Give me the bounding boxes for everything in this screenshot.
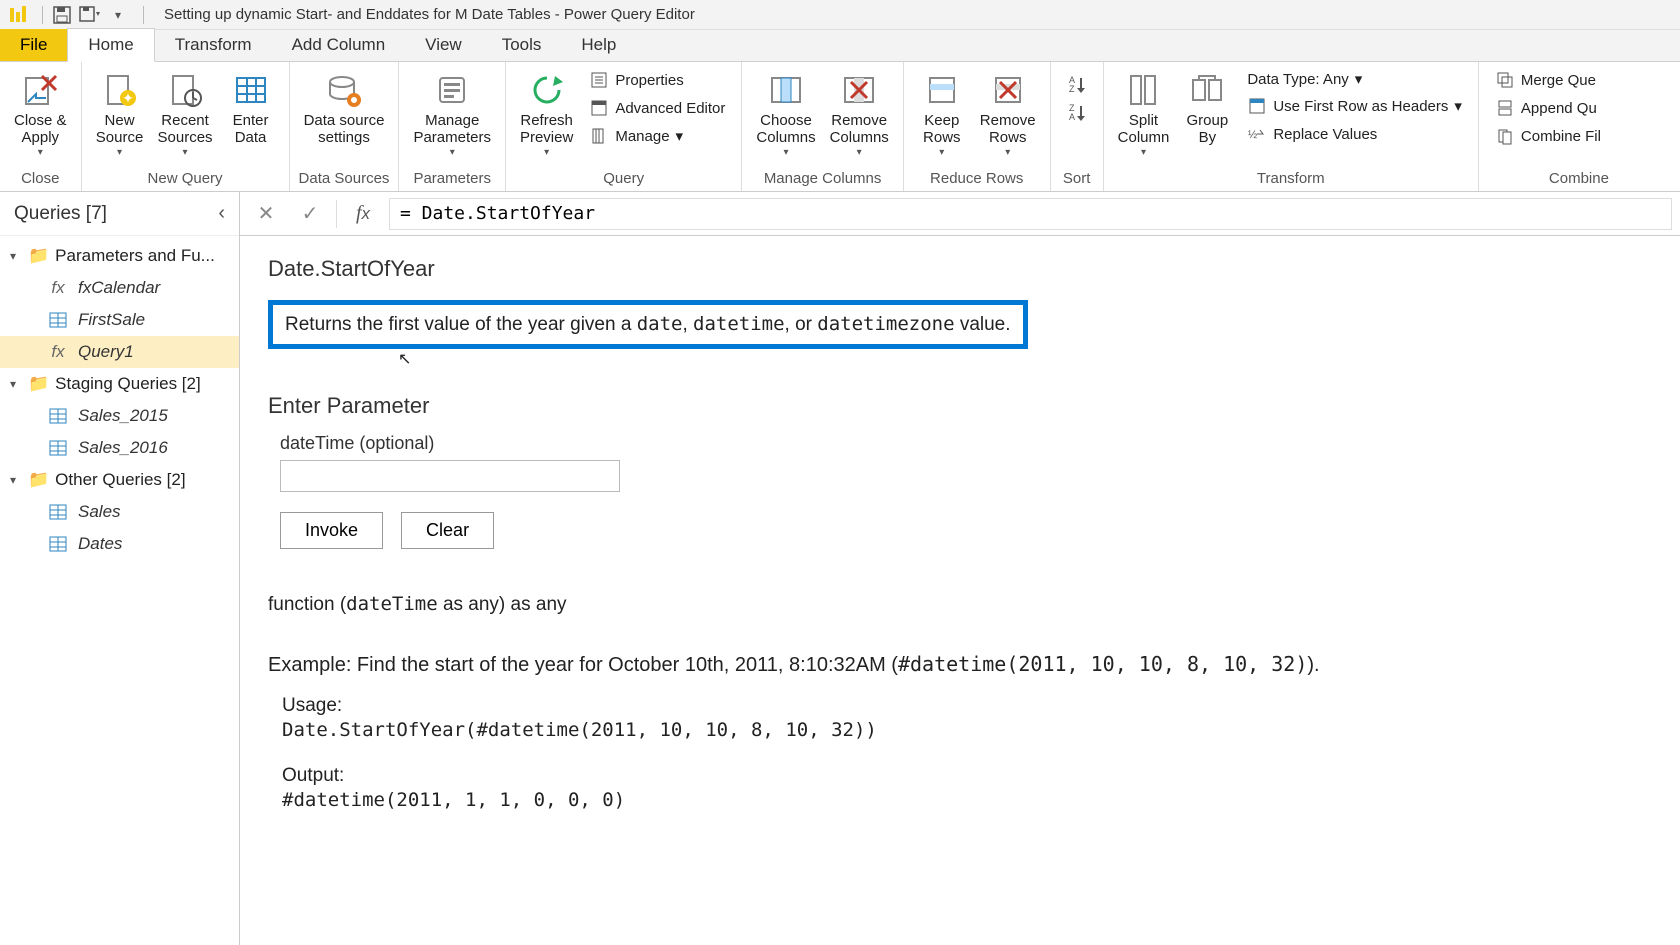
query-item-query1[interactable]: fx Query1	[0, 336, 239, 368]
fx-icon[interactable]: fx	[345, 196, 381, 232]
fx-icon: fx	[48, 343, 68, 361]
append-queries-button[interactable]: Append Qu	[1491, 96, 1605, 120]
query-item-firstsale[interactable]: FirstSale	[0, 304, 239, 336]
transform-group-label: Transform	[1112, 168, 1470, 189]
remove-rows-button[interactable]: Remove Rows▾	[974, 66, 1042, 162]
group-by-button[interactable]: Group By	[1177, 66, 1237, 151]
svg-text:Z: Z	[1069, 84, 1075, 94]
tab-home[interactable]: Home	[67, 28, 154, 62]
output-label: Output:	[282, 765, 1652, 787]
sort-desc-button[interactable]: ZA	[1063, 100, 1091, 124]
query-item-sales[interactable]: Sales	[0, 496, 239, 528]
queries-header: Queries [7]	[14, 203, 107, 225]
ribbon: Close & Apply ▾ Close ✦ New Source▾ Rece…	[0, 62, 1680, 192]
query-item-fxcalendar[interactable]: fx fxCalendar	[0, 272, 239, 304]
combine-group-label: Combine	[1487, 168, 1609, 189]
new-source-button[interactable]: ✦ New Source▾	[90, 66, 150, 162]
tab-add-column[interactable]: Add Column	[272, 29, 406, 61]
manage-button[interactable]: Manage ▾	[585, 124, 729, 148]
enter-parameter-heading: Enter Parameter	[268, 393, 1652, 419]
refresh-preview-button[interactable]: Refresh Preview▾	[514, 66, 579, 162]
example-heading: Example: Find the start of the year for …	[268, 652, 1652, 677]
enter-data-button[interactable]: Enter Data	[221, 66, 281, 151]
choose-columns-button[interactable]: Choose Columns▾	[750, 66, 821, 162]
advanced-editor-button[interactable]: Advanced Editor	[585, 96, 729, 120]
fx-icon: fx	[48, 279, 68, 297]
folder-icon: 📁	[28, 246, 49, 266]
query-item-dates[interactable]: Dates	[0, 528, 239, 560]
invoke-button[interactable]: Invoke	[280, 512, 383, 549]
table-icon	[48, 407, 68, 425]
usage-code: Date.StartOfYear(#datetime(2011, 10, 10,…	[282, 719, 1652, 741]
main-area: ✕ ✓ fx Date.StartOfYear Returns the firs…	[240, 192, 1680, 945]
query-group-label: Query	[514, 168, 733, 189]
data-type-button[interactable]: Data Type: Any ▾	[1243, 68, 1466, 90]
queries-panel: Queries [7] ‹ ▾ 📁 Parameters and Fu... f…	[0, 192, 240, 945]
ribbon-tabs: File Home Transform Add Column View Tool…	[0, 30, 1680, 62]
combine-files-button[interactable]: Combine Fil	[1491, 124, 1605, 148]
data-source-settings-button[interactable]: Data source settings	[298, 66, 391, 151]
replace-values-button[interactable]: ½Replace Values	[1243, 122, 1466, 146]
clear-button[interactable]: Clear	[401, 512, 494, 549]
close-group-label: Close	[8, 168, 73, 189]
tab-view[interactable]: View	[405, 29, 482, 61]
query-group-staging[interactable]: ▾ 📁 Staging Queries [2]	[0, 368, 239, 400]
reduce-rows-group-label: Reduce Rows	[912, 168, 1042, 189]
param-label: dateTime (optional)	[280, 433, 1652, 454]
parameters-group-label: Parameters	[407, 168, 497, 189]
datetime-input[interactable]	[280, 460, 620, 492]
query-group-other[interactable]: ▾ 📁 Other Queries [2]	[0, 464, 239, 496]
properties-button[interactable]: Properties	[585, 68, 729, 92]
cursor-icon: ↖	[398, 349, 1652, 369]
query-item-sales2016[interactable]: Sales_2016	[0, 432, 239, 464]
expand-icon[interactable]: ▾	[10, 473, 22, 487]
table-icon	[48, 311, 68, 329]
sort-asc-button[interactable]: AZ	[1063, 72, 1091, 96]
formula-input[interactable]	[389, 198, 1672, 230]
expand-icon[interactable]: ▾	[10, 377, 22, 391]
tab-transform[interactable]: Transform	[155, 29, 272, 61]
table-icon	[48, 439, 68, 457]
new-query-group-label: New Query	[90, 168, 281, 189]
table-icon	[48, 503, 68, 521]
cancel-formula-icon[interactable]: ✕	[248, 196, 284, 232]
split-column-button[interactable]: Split Column▾	[1112, 66, 1176, 162]
save-dropdown-icon[interactable]	[79, 4, 101, 26]
tab-tools[interactable]: Tools	[482, 29, 562, 61]
remove-columns-button[interactable]: Remove Columns▾	[824, 66, 895, 162]
manage-columns-group-label: Manage Columns	[750, 168, 894, 189]
expand-icon[interactable]: ▾	[10, 249, 22, 263]
folder-icon: 📁	[28, 470, 49, 490]
svg-text:A: A	[1069, 112, 1075, 122]
query-group-parameters[interactable]: ▾ 📁 Parameters and Fu...	[0, 240, 239, 272]
save-icon[interactable]	[51, 4, 73, 26]
formula-bar: ✕ ✓ fx	[240, 192, 1680, 236]
app-icon	[6, 4, 28, 26]
recent-sources-button[interactable]: Recent Sources▾	[152, 66, 219, 162]
window-title: Setting up dynamic Start- and Enddates f…	[164, 6, 695, 23]
sort-group-label: Sort	[1059, 168, 1095, 189]
query-item-sales2015[interactable]: Sales_2015	[0, 400, 239, 432]
commit-formula-icon[interactable]: ✓	[292, 196, 328, 232]
tab-help[interactable]: Help	[561, 29, 636, 61]
use-first-row-button[interactable]: Use First Row as Headers ▾	[1243, 94, 1466, 118]
function-description: Returns the first value of the year give…	[268, 300, 1028, 349]
folder-icon: 📁	[28, 374, 49, 394]
title-bar: ▾ Setting up dynamic Start- and Enddates…	[0, 0, 1680, 30]
keep-rows-button[interactable]: Keep Rows▾	[912, 66, 972, 162]
qat-customize-icon[interactable]: ▾	[107, 4, 129, 26]
function-name: Date.StartOfYear	[268, 256, 1652, 282]
data-sources-group-label: Data Sources	[298, 168, 391, 189]
usage-label: Usage:	[282, 695, 1652, 717]
function-signature: function (dateTime as any) as any	[268, 593, 1652, 616]
svg-text:✦: ✦	[122, 90, 134, 106]
close-apply-button[interactable]: Close & Apply ▾	[8, 66, 73, 162]
output-code: #datetime(2011, 1, 1, 0, 0, 0)	[282, 789, 1652, 811]
manage-parameters-button[interactable]: Manage Parameters▾	[407, 66, 497, 162]
tab-file[interactable]: File	[0, 29, 67, 61]
table-icon	[48, 535, 68, 553]
svg-text:½: ½	[1248, 129, 1257, 141]
merge-queries-button[interactable]: Merge Que	[1491, 68, 1605, 92]
collapse-panel-icon[interactable]: ‹	[218, 202, 225, 225]
